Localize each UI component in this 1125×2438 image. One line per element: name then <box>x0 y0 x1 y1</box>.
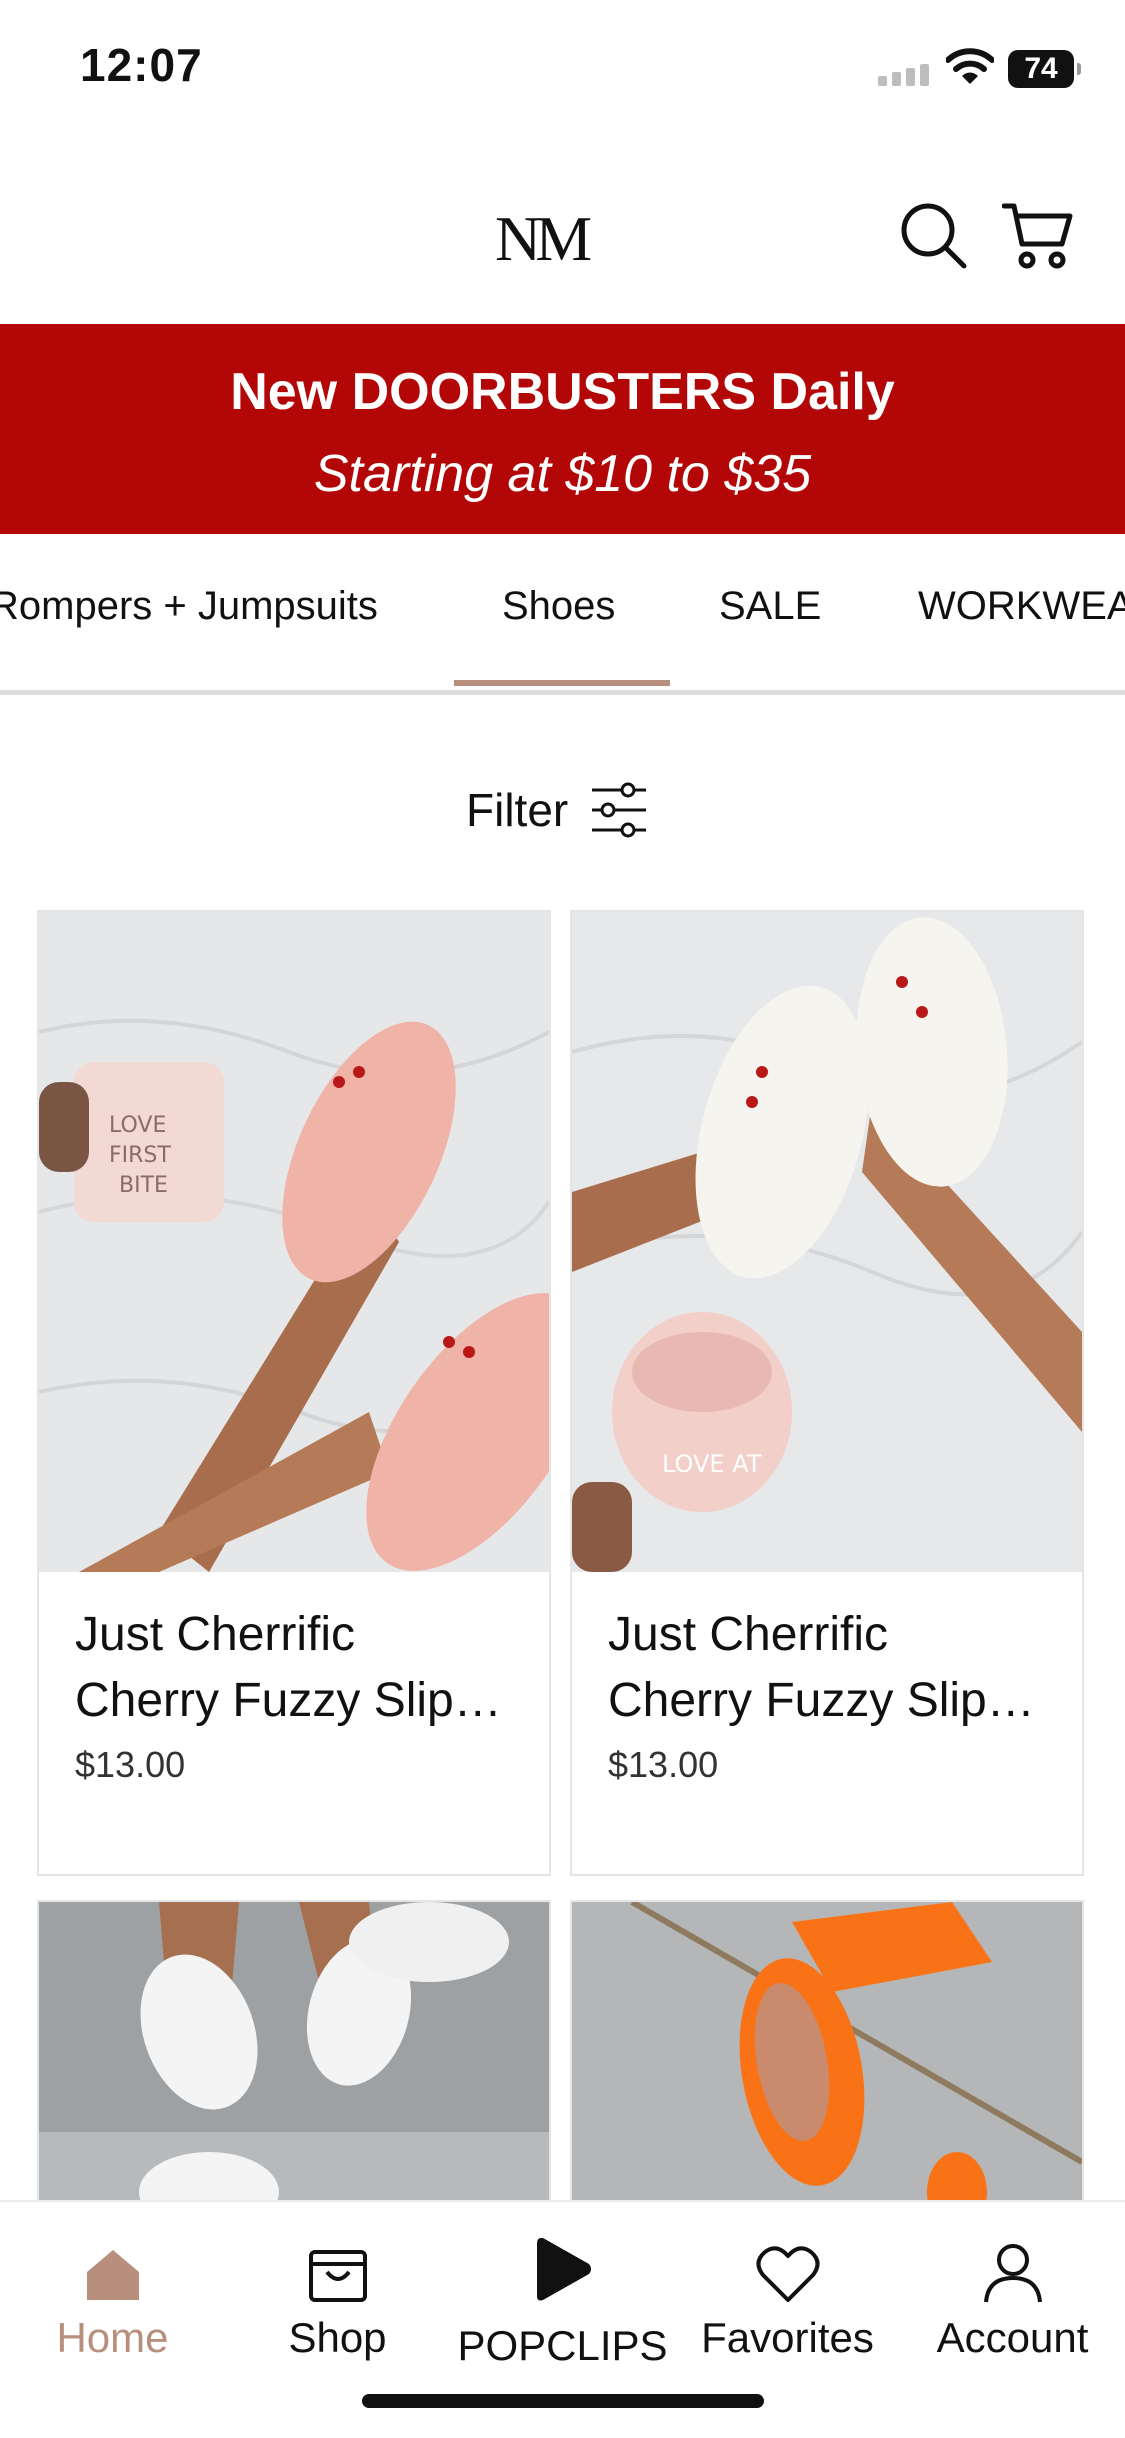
product-image[interactable]: LOVE FIRST BITE <box>39 912 549 1572</box>
nav-shop[interactable]: Shop <box>225 2214 450 2362</box>
svg-text:FIRST: FIRST <box>109 1143 171 1168</box>
product-price: $13.00 <box>608 1744 719 1785</box>
heart-icon <box>756 2246 819 2302</box>
product-card[interactable]: LOVE FIRST BITE Just Cherrific Cherry Fu… <box>37 910 551 1876</box>
active-tab-indicator <box>454 680 670 686</box>
product-name-line: Cherry Fuzzy Slip… <box>608 1674 1035 1727</box>
product-name[interactable]: Just Cherrific Cherry Fuzzy Slip… <box>75 1602 525 1734</box>
nav-account-label: Account <box>936 2314 1089 2361</box>
product-card[interactable]: LOVE AT Just Cherrific Cherry Fuzzy Slip… <box>570 910 1084 1876</box>
promo-subline: Starting at $10 to $35 <box>313 445 812 503</box>
logo-mark: . <box>586 249 590 264</box>
promo-banner[interactable]: New DOORBUSTERS Daily Starting at $10 to… <box>0 324 1125 534</box>
status-bar: 12:07 74 <box>0 0 1125 130</box>
svg-text:LOVE: LOVE <box>109 1113 166 1138</box>
svg-text:BITE: BITE <box>119 1173 168 1198</box>
nav-favorites-label: Favorites <box>701 2314 874 2361</box>
nav-home[interactable]: Home <box>0 2214 225 2362</box>
svg-text:LOVE AT: LOVE AT <box>662 1450 762 1478</box>
tab-workwear[interactable]: WORKWEAR <box>918 584 1125 629</box>
product-image[interactable] <box>572 1902 1082 2202</box>
product-name-line: Cherry Fuzzy Slip… <box>75 1674 502 1727</box>
signal-icon <box>878 64 929 86</box>
app-header: NM. <box>0 130 1125 324</box>
home-icon <box>86 2250 139 2300</box>
product-card[interactable] <box>37 1900 551 2204</box>
cart-icon[interactable] <box>1002 200 1074 270</box>
tab-rompers-jumpsuits[interactable]: Rompers + Jumpsuits <box>0 584 378 629</box>
tab-sale[interactable]: SALE <box>719 584 821 629</box>
product-name-line: Just Cherrific <box>608 1608 889 1661</box>
search-icon[interactable] <box>898 200 968 270</box>
product-image[interactable]: LOVE AT <box>572 912 1082 1572</box>
filter-sliders-icon <box>592 782 647 838</box>
wifi-icon <box>946 48 994 84</box>
tab-shoes[interactable]: Shoes <box>502 584 615 629</box>
filter-label: Filter <box>466 784 569 836</box>
play-icon <box>536 2238 591 2301</box>
battery-level: 74 <box>1024 52 1058 85</box>
category-tabs: Rompers + Jumpsuits Shoes SALE WORKWEAR <box>0 534 1125 695</box>
product-image[interactable] <box>39 1902 549 2202</box>
logo-text: NM <box>495 203 592 274</box>
home-indicator[interactable] <box>362 2394 764 2408</box>
filter-button[interactable]: Filter <box>466 780 648 840</box>
nav-shop-label: Shop <box>288 2314 387 2361</box>
promo-headline: New DOORBUSTERS Daily <box>230 363 895 421</box>
shopping-bag-icon <box>308 2250 367 2302</box>
nav-popclips[interactable]: POPCLIPS <box>450 2214 675 2370</box>
brand-logo[interactable]: NM. <box>495 202 592 276</box>
product-name-line: Just Cherrific <box>75 1608 356 1661</box>
battery-indicator: 74 <box>1008 50 1081 88</box>
nav-favorites[interactable]: Favorites <box>675 2214 900 2362</box>
product-price: $13.00 <box>75 1744 186 1785</box>
product-name[interactable]: Just Cherrific Cherry Fuzzy Slip… <box>608 1602 1058 1734</box>
nav-account[interactable]: Account <box>900 2214 1125 2362</box>
nav-home-label: Home <box>56 2314 169 2361</box>
product-card[interactable] <box>570 1900 1084 2204</box>
person-icon <box>983 2244 1042 2303</box>
status-time: 12:07 <box>80 39 203 91</box>
nav-popclips-label: POPCLIPS <box>457 2322 668 2369</box>
